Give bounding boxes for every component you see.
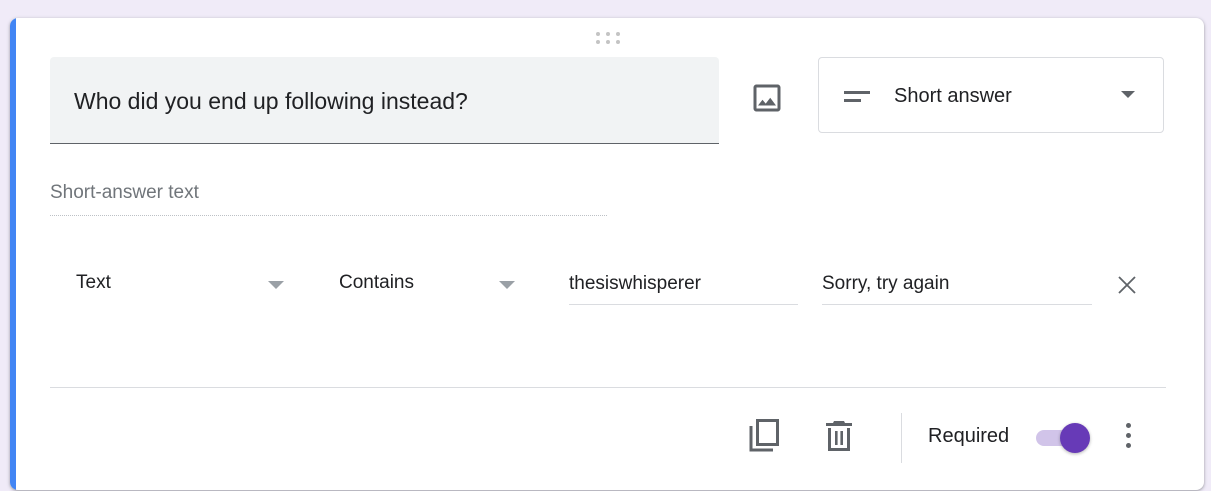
footer-divider — [50, 387, 1166, 388]
delete-button[interactable] — [825, 419, 853, 453]
close-icon — [1118, 276, 1136, 294]
question-title-field[interactable]: Who did you end up following instead? — [50, 57, 719, 144]
toggle-thumb — [1060, 423, 1090, 453]
duplicate-button[interactable] — [747, 418, 781, 454]
drag-handle-icon[interactable] — [596, 30, 622, 46]
validation-condition-label: Contains — [339, 272, 414, 293]
duplicate-icon — [749, 419, 779, 452]
dropdown-arrow-icon — [499, 281, 515, 289]
active-accent-bar — [10, 18, 16, 490]
remove-validation-button[interactable] — [1116, 274, 1138, 296]
validation-type-label: Text — [76, 272, 111, 293]
question-type-label: Short answer — [894, 85, 1012, 107]
add-image-icon — [753, 84, 781, 112]
question-card: Who did you end up following instead? Sh… — [10, 18, 1204, 490]
short-answer-placeholder: Short-answer text — [50, 178, 607, 216]
trash-icon — [826, 421, 852, 451]
validation-condition-dropdown[interactable]: Contains — [339, 258, 539, 310]
response-validation-row: Text Contains thesiswhisperer Sorry, try… — [10, 258, 1204, 318]
required-toggle[interactable] — [1034, 421, 1094, 455]
add-image-button[interactable] — [749, 80, 785, 116]
dropdown-arrow-icon — [268, 281, 284, 289]
question-type-dropdown[interactable]: Short answer — [818, 57, 1164, 133]
required-label: Required — [928, 425, 1010, 447]
validation-type-dropdown[interactable]: Text — [76, 258, 286, 310]
validation-value-input[interactable]: thesiswhisperer — [569, 268, 798, 305]
dropdown-arrow-icon — [1121, 91, 1135, 98]
footer-separator — [901, 413, 902, 463]
more-options-button[interactable] — [1117, 420, 1141, 454]
short-text-icon — [844, 91, 870, 102]
question-title[interactable]: Who did you end up following instead? — [74, 87, 468, 115]
custom-error-text-input[interactable]: Sorry, try again — [822, 268, 1092, 305]
